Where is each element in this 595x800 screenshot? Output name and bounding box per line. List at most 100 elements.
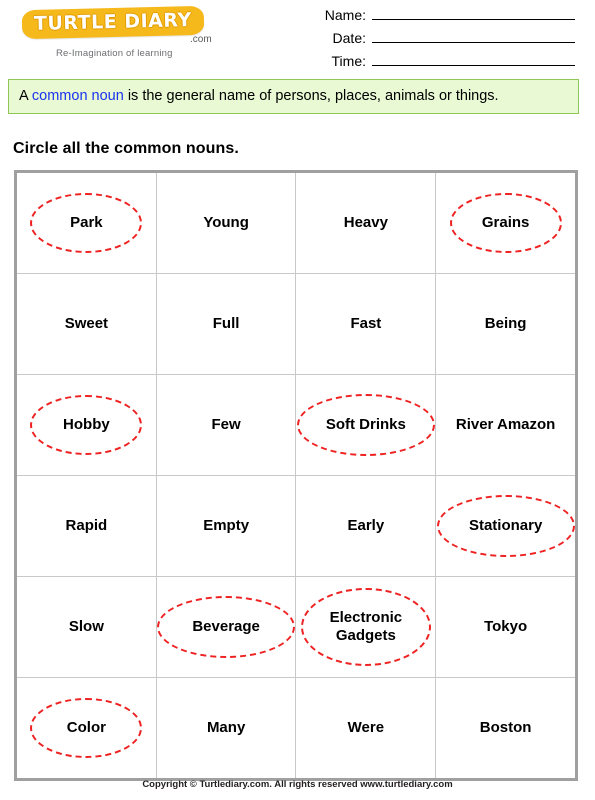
definition-keyword: common noun [31, 88, 124, 104]
cell-content: Boston [474, 717, 538, 739]
grid-cell[interactable]: Slow [15, 576, 157, 678]
student-info-fields: Name: Date: Time: [300, 6, 575, 75]
grid-cell[interactable]: Many [155, 677, 297, 780]
cell-content: Hobby [30, 395, 143, 455]
word-label: Stationary [468, 517, 543, 534]
page-header: TURTLE DIARY .com Re-Imagination of lear… [0, 0, 595, 74]
table-row: Color Many Were Boston [15, 677, 577, 780]
word-label: Heavy [343, 214, 388, 231]
grid-cell[interactable]: Grains [435, 171, 577, 274]
cell-content: Grains [449, 193, 562, 253]
grid-cell[interactable]: Being [435, 273, 577, 375]
table-row: Hobby Few Soft Drinks River Amazon [15, 374, 577, 476]
cell-content: Beverage [157, 596, 296, 658]
cell-content: Were [342, 717, 390, 739]
word-label: Soft Drinks [325, 416, 406, 433]
cell-content: Tokyo [478, 616, 533, 638]
cell-content: Heavy [338, 212, 394, 234]
grid-cell[interactable]: Early [295, 475, 437, 577]
cell-content: Park [30, 193, 143, 253]
time-write-line[interactable] [372, 52, 575, 66]
grid-cell[interactable]: Color [15, 677, 157, 780]
field-row-date: Date: [300, 29, 575, 52]
word-label: Were [347, 719, 385, 736]
word-label: Rapid [65, 517, 108, 534]
grid-cell[interactable]: Were [295, 677, 437, 780]
table-row: Park Young Heavy Grains [15, 171, 577, 274]
cell-content: Being [479, 313, 533, 335]
table-row: Rapid Empty Early Stationary [15, 475, 577, 577]
word-label: Slow [68, 618, 104, 635]
grid-cell[interactable]: Boston [435, 677, 577, 780]
grid-cell[interactable]: Rapid [15, 475, 157, 577]
definition-lead: A [19, 88, 32, 104]
time-label: Time: [331, 53, 366, 69]
grid-cell[interactable]: Beverage [155, 576, 297, 678]
grid-cell[interactable]: Full [155, 273, 297, 375]
word-grid-body: Park Young Heavy Grains Sweet Full Fast … [15, 171, 577, 780]
word-label: Early [347, 517, 385, 534]
grid-cell[interactable]: Sweet [15, 273, 157, 375]
word-grid: Park Young Heavy Grains Sweet Full Fast … [14, 170, 578, 781]
word-label: Park [70, 214, 103, 231]
table-row: Sweet Full Fast Being [15, 273, 577, 375]
word-label: River Amazon [455, 416, 556, 433]
cell-content: Fast [344, 313, 387, 335]
cell-content: Slow [63, 616, 110, 638]
copyright-footer: Copyright © Turtlediary.com. All rights … [142, 779, 453, 790]
word-label: Empty [203, 517, 250, 534]
grid-cell[interactable]: Heavy [295, 171, 437, 274]
field-row-name: Name: [300, 6, 575, 29]
cell-content: Color [30, 698, 143, 758]
cell-content: Electronic Gadgets [300, 588, 431, 666]
definition-rest: is the general name of persons, places, … [123, 88, 499, 104]
instruction-text: Circle all the common nouns. [13, 140, 239, 157]
cell-content: Rapid [60, 515, 114, 537]
logo-badge: TURTLE DIARY [21, 5, 205, 40]
word-label: Boston [479, 719, 532, 736]
word-label: Hobby [63, 416, 110, 433]
cell-content: Many [201, 717, 251, 739]
word-label: Grains [481, 214, 530, 231]
grid-cell[interactable]: Fast [295, 273, 437, 375]
word-label: Color [66, 719, 106, 736]
grid-cell[interactable]: Electronic Gadgets [295, 576, 437, 678]
word-label: Electronic Gadgets [329, 609, 403, 644]
cell-content: Full [207, 313, 246, 335]
grid-cell[interactable]: River Amazon [435, 374, 577, 476]
turtle-diary-logo[interactable]: TURTLE DIARY .com Re-Imagination of lear… [21, 5, 232, 59]
grid-cell[interactable]: Stationary [435, 475, 577, 577]
word-label: Fast [350, 315, 382, 332]
grid-cell[interactable]: Few [155, 374, 297, 476]
logo-domain-suffix: .com [190, 34, 212, 45]
cell-content: Few [206, 414, 247, 436]
word-label: Tokyo [484, 618, 528, 635]
logo-wordmark: TURTLE DIARY [33, 9, 192, 35]
logo-tagline: Re-Imagination of learning [56, 48, 173, 59]
name-write-line[interactable] [372, 6, 575, 20]
cell-content: Soft Drinks [296, 394, 435, 456]
name-label: Name: [324, 7, 366, 23]
grid-cell[interactable]: Tokyo [435, 576, 577, 678]
word-label: Few [211, 416, 241, 433]
word-label: Being [484, 315, 527, 332]
word-label: Full [212, 315, 240, 332]
definition-callout: A common noun is the general name of per… [8, 79, 579, 114]
cell-content: Stationary [436, 495, 575, 557]
cell-content: Sweet [59, 313, 114, 335]
grid-cell[interactable]: Soft Drinks [295, 374, 437, 476]
word-label: Beverage [192, 618, 260, 635]
date-write-line[interactable] [372, 29, 575, 43]
word-label: Young [203, 214, 249, 231]
field-row-time: Time: [300, 52, 575, 75]
grid-cell[interactable]: Hobby [15, 374, 157, 476]
word-label: Many [206, 719, 246, 736]
cell-content: Empty [197, 515, 255, 537]
grid-cell[interactable]: Empty [155, 475, 297, 577]
cell-content: Young [197, 212, 255, 234]
table-row: Slow Beverage Electronic Gadgets Tokyo [15, 576, 577, 678]
grid-cell[interactable]: Young [155, 171, 297, 274]
cell-content: Early [342, 515, 391, 537]
grid-cell[interactable]: Park [15, 171, 157, 274]
word-label: Sweet [64, 315, 109, 332]
